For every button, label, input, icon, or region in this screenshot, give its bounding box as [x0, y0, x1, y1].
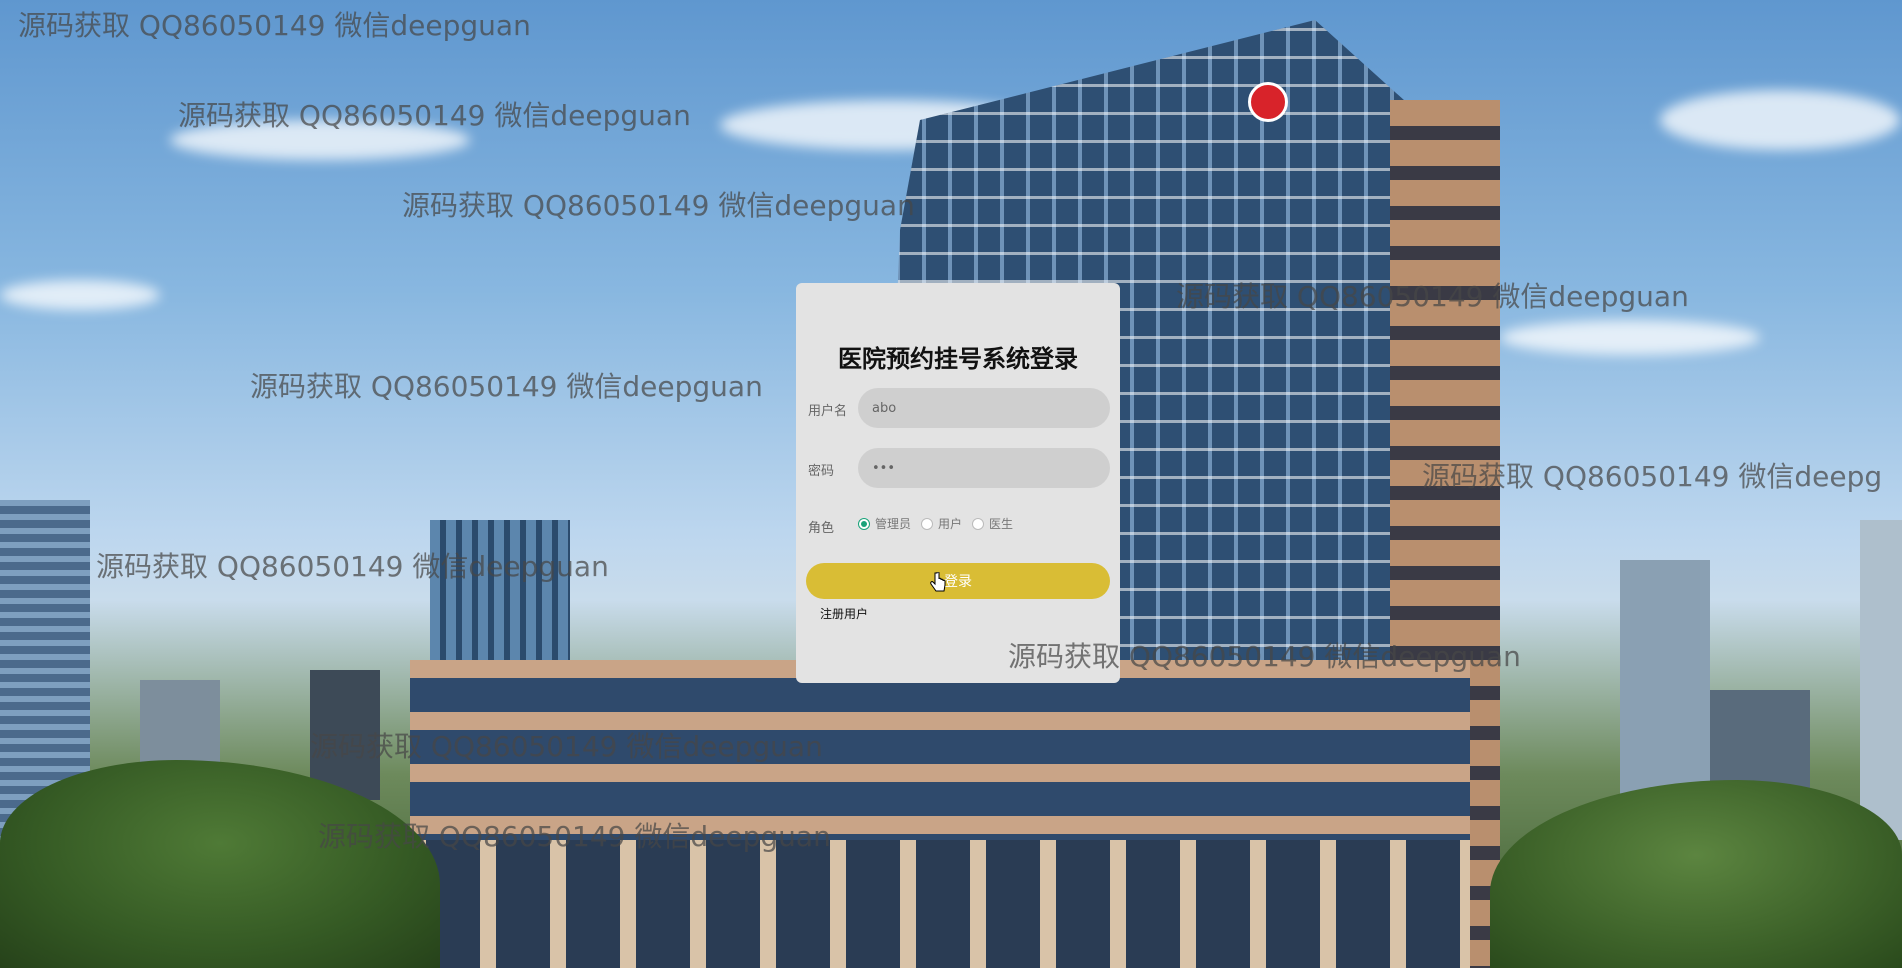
- cloud: [0, 280, 160, 310]
- watermark-text: 源码获取 QQ86050149 微信deepguan: [402, 189, 915, 222]
- radio-icon[interactable]: [972, 517, 985, 530]
- role-option-label: 医生: [989, 517, 1014, 531]
- username-label: 用户名: [808, 404, 848, 419]
- login-button[interactable]: 登录: [806, 563, 1110, 599]
- login-title: 医院预约挂号系统登录: [838, 345, 1078, 373]
- hospital-cross-icon: [1248, 82, 1288, 122]
- login-card: 医院预约挂号系统登录 用户名 密码 角色 管理员 用户 医生 登录 注册用户: [796, 283, 1120, 683]
- radio-selected-icon[interactable]: [858, 517, 870, 530]
- role-option-doctor[interactable]: 医生: [972, 515, 1013, 532]
- role-option-user[interactable]: 用户: [921, 515, 962, 532]
- cloud: [1660, 90, 1900, 150]
- watermark-text: 源码获取 QQ86050149 微信deepguan: [18, 9, 531, 42]
- register-link[interactable]: 注册用户: [820, 605, 868, 622]
- role-option-label: 用户: [938, 517, 963, 531]
- watermark-text: 源码获取 QQ86050149 微信deepguan: [250, 370, 763, 403]
- role-option-label: 管理员: [875, 517, 912, 531]
- trees: [1490, 780, 1902, 968]
- hand-cursor-icon: [930, 572, 946, 592]
- role-label: 角色: [808, 521, 835, 536]
- role-option-admin[interactable]: 管理员: [858, 515, 911, 532]
- cloud: [170, 120, 470, 160]
- building: [430, 520, 570, 680]
- password-label: 密码: [808, 464, 835, 479]
- building: [1860, 520, 1902, 840]
- username-input[interactable]: [858, 388, 1110, 428]
- cloud: [1500, 320, 1760, 355]
- role-radio-group: 管理员 用户 医生: [858, 515, 1023, 532]
- password-input[interactable]: [858, 448, 1110, 488]
- hospital-columns: [410, 840, 1470, 968]
- radio-icon[interactable]: [921, 517, 934, 530]
